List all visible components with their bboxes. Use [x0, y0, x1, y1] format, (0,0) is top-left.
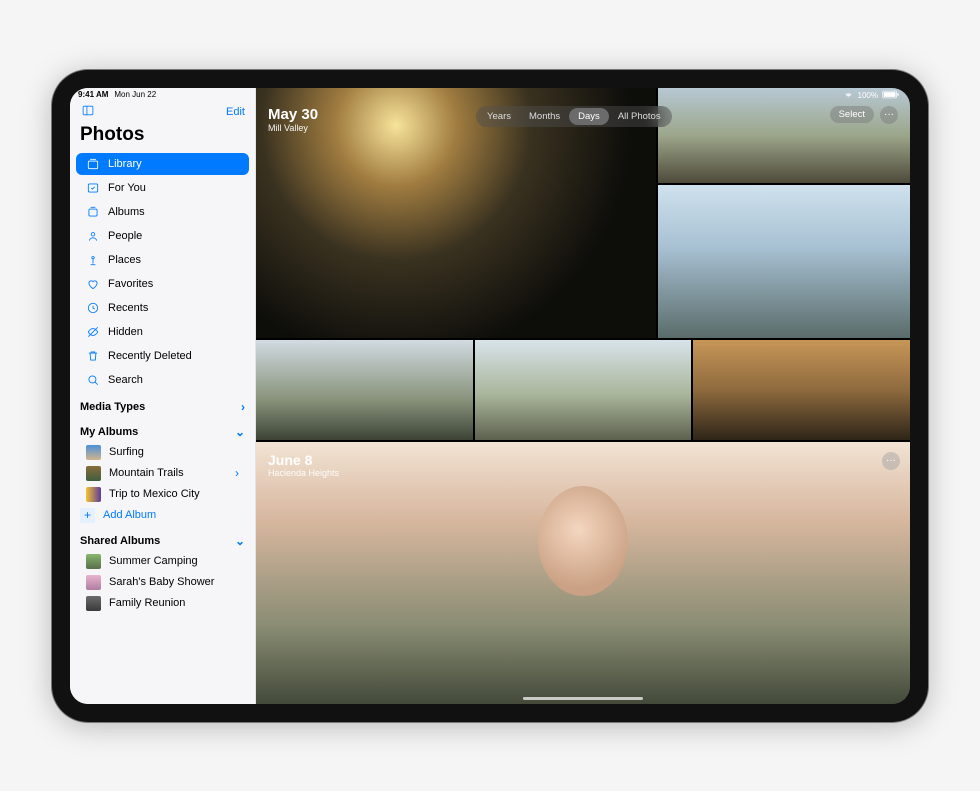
album-label: Trip to Mexico City [109, 488, 200, 500]
add-album-label: Add Album [103, 509, 156, 521]
photo-tile[interactable] [475, 340, 692, 440]
day-header[interactable]: May 30 Mill Valley [268, 106, 318, 133]
photo-tile[interactable] [256, 340, 473, 440]
section-title: Media Types [80, 401, 145, 413]
album-label: Surfing [109, 446, 144, 458]
device-frame: 9:41 AM Mon Jun 22 Edit Photos Library F… [52, 70, 928, 722]
photo-tile[interactable] [658, 185, 910, 338]
photo-tile[interactable] [658, 88, 910, 183]
status-bar-left: 9:41 AM Mon Jun 22 [70, 88, 255, 102]
chevron-right-icon [241, 400, 245, 414]
segment-all-photos[interactable]: All Photos [609, 108, 670, 125]
battery-percent: 100% [858, 91, 878, 100]
sidebar-item-recently-deleted[interactable]: Recently Deleted [76, 345, 249, 367]
battery-icon [882, 90, 900, 101]
sidebar-item-label: Recents [108, 302, 148, 314]
album-trip-to-mexico-city[interactable]: Trip to Mexico City [76, 484, 249, 505]
people-icon [86, 229, 100, 243]
sidebar-item-albums[interactable]: Albums [76, 201, 249, 223]
album-summer-camping[interactable]: Summer Camping [76, 551, 249, 572]
sidebar-item-library[interactable]: Library [76, 153, 249, 175]
album-family-reunion[interactable]: Family Reunion [76, 593, 249, 614]
sidebar-item-label: People [108, 230, 142, 242]
segment-days[interactable]: Days [569, 108, 609, 125]
album-label: Summer Camping [109, 555, 198, 567]
album-sarahs-baby-shower[interactable]: Sarah's Baby Shower [76, 572, 249, 593]
album-surfing[interactable]: Surfing [76, 442, 249, 463]
select-button[interactable]: Select [830, 106, 874, 123]
chevron-down-icon [235, 534, 245, 548]
album-thumb [86, 554, 101, 569]
sidebar-item-people[interactable]: People [76, 225, 249, 247]
album-thumb [86, 487, 101, 502]
toggle-sidebar-icon[interactable] [80, 104, 96, 120]
day-location: Hacienda Heights [268, 468, 339, 478]
sidebar: 9:41 AM Mon Jun 22 Edit Photos Library F… [70, 88, 256, 704]
album-thumb [86, 445, 101, 460]
wifi-icon [843, 90, 854, 101]
sidebar-item-places[interactable]: Places [76, 249, 249, 271]
album-thumb [86, 596, 101, 611]
plus-icon: + [80, 508, 95, 523]
more-button[interactable]: ··· [880, 106, 898, 124]
section-media-types[interactable]: Media Types [70, 392, 255, 417]
album-label: Mountain Trails [109, 467, 227, 479]
album-thumb [86, 575, 101, 590]
album-thumb [86, 466, 101, 481]
sidebar-item-recents[interactable]: Recents [76, 297, 249, 319]
main-content: 100% [256, 88, 910, 704]
eye-off-icon [86, 325, 100, 339]
status-bar-right: 100% [843, 90, 900, 101]
photo-tile[interactable]: June 8 Hacienda Heights ··· [256, 442, 910, 704]
sidebar-item-label: Library [108, 158, 142, 170]
app-title: Photos [70, 124, 255, 152]
edit-button[interactable]: Edit [226, 106, 245, 118]
sidebar-item-label: Places [108, 254, 141, 266]
sidebar-item-label: Hidden [108, 326, 143, 338]
search-icon [86, 373, 100, 387]
library-icon [86, 157, 100, 171]
album-mountain-trails[interactable]: Mountain Trails [76, 463, 249, 484]
sidebar-item-label: For You [108, 182, 146, 194]
home-indicator[interactable] [523, 697, 643, 700]
section-shared-albums[interactable]: Shared Albums [70, 526, 255, 551]
portrait-subject [538, 486, 628, 596]
day-header[interactable]: June 8 Hacienda Heights [268, 452, 339, 478]
section-title: My Albums [80, 426, 138, 438]
screen: 9:41 AM Mon Jun 22 Edit Photos Library F… [70, 88, 910, 704]
albums-icon [86, 205, 100, 219]
sidebar-item-label: Search [108, 374, 143, 386]
day-date: May 30 [268, 106, 318, 123]
add-album-button[interactable]: + Add Album [76, 505, 249, 526]
chevron-right-icon [235, 466, 239, 480]
segment-years[interactable]: Years [478, 108, 520, 125]
status-date: Mon Jun 22 [114, 90, 156, 102]
section-my-albums[interactable]: My Albums [70, 417, 255, 442]
album-label: Sarah's Baby Shower [109, 576, 214, 588]
for-you-icon [86, 181, 100, 195]
trash-icon [86, 349, 100, 363]
sidebar-item-for-you[interactable]: For You [76, 177, 249, 199]
day-date: June 8 [268, 452, 339, 468]
sidebar-item-label: Favorites [108, 278, 153, 290]
ellipsis-icon: ··· [884, 109, 894, 120]
clock-icon [86, 301, 100, 315]
sidebar-item-hidden[interactable]: Hidden [76, 321, 249, 343]
sidebar-item-label: Recently Deleted [108, 350, 192, 362]
segment-months[interactable]: Months [520, 108, 569, 125]
chevron-down-icon [235, 425, 245, 439]
status-time: 9:41 AM [78, 90, 108, 102]
section-title: Shared Albums [80, 535, 160, 547]
ellipsis-icon: ··· [886, 455, 896, 466]
sidebar-item-search[interactable]: Search [76, 369, 249, 391]
places-icon [86, 253, 100, 267]
time-scale-segmented-control[interactable]: Years Months Days All Photos [476, 106, 672, 127]
sidebar-item-favorites[interactable]: Favorites [76, 273, 249, 295]
day-location: Mill Valley [268, 123, 318, 133]
photo-tile[interactable] [693, 340, 910, 440]
album-label: Family Reunion [109, 597, 185, 609]
heart-icon [86, 277, 100, 291]
more-button[interactable]: ··· [882, 452, 900, 470]
sidebar-item-label: Albums [108, 206, 145, 218]
